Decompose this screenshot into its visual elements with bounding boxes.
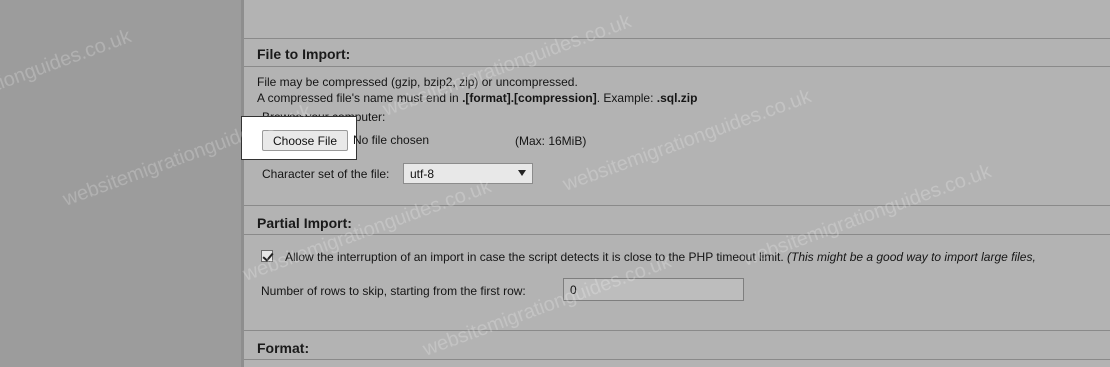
import-panel	[244, 0, 1110, 367]
rows-to-skip-label: Number of rows to skip, starting from th…	[261, 284, 526, 298]
charset-select-value: utf-8	[410, 167, 435, 181]
compression-name-prefix: A compressed file's name must end in	[257, 91, 463, 105]
compression-example-text: .sql.zip	[656, 91, 698, 105]
file-to-import-title: File to Import:	[257, 46, 351, 62]
file-to-import-divider	[244, 66, 1110, 67]
allow-interrupt-note: (This might be a good way to import larg…	[787, 250, 1036, 264]
allow-interrupt-text: Allow the interruption of an import in c…	[285, 250, 1036, 264]
format-divider-top	[244, 330, 1110, 331]
format-title: Format:	[257, 340, 310, 356]
partial-import-title: Partial Import:	[257, 215, 352, 231]
charset-label: Character set of the file:	[262, 167, 390, 181]
format-divider	[244, 359, 1110, 360]
no-file-chosen-text: No file chosen	[353, 133, 430, 147]
rows-to-skip-input[interactable]: 0	[563, 278, 744, 301]
allow-interrupt-checkbox[interactable]	[261, 250, 274, 262]
section-divider-top	[244, 38, 1110, 39]
compression-info-text: File may be compressed (gzip, bzip2, zip…	[257, 75, 578, 89]
choose-file-button[interactable]: Choose File	[262, 130, 348, 151]
compression-example-label: . Example:	[596, 91, 657, 105]
checkmark-icon	[262, 250, 274, 262]
partial-import-divider	[244, 234, 1110, 235]
chevron-down-icon	[518, 170, 526, 176]
compression-format-text: .[format].[compression]	[462, 91, 597, 105]
partial-import-divider-top	[244, 205, 1110, 206]
charset-select[interactable]: utf-8	[403, 163, 533, 184]
allow-interrupt-label: Allow the interruption of an import in c…	[285, 250, 784, 264]
compression-name-text: A compressed file's name must end in .[f…	[257, 91, 697, 105]
left-navigation-area	[0, 0, 241, 367]
max-size-text: (Max: 16MiB)	[515, 134, 587, 148]
